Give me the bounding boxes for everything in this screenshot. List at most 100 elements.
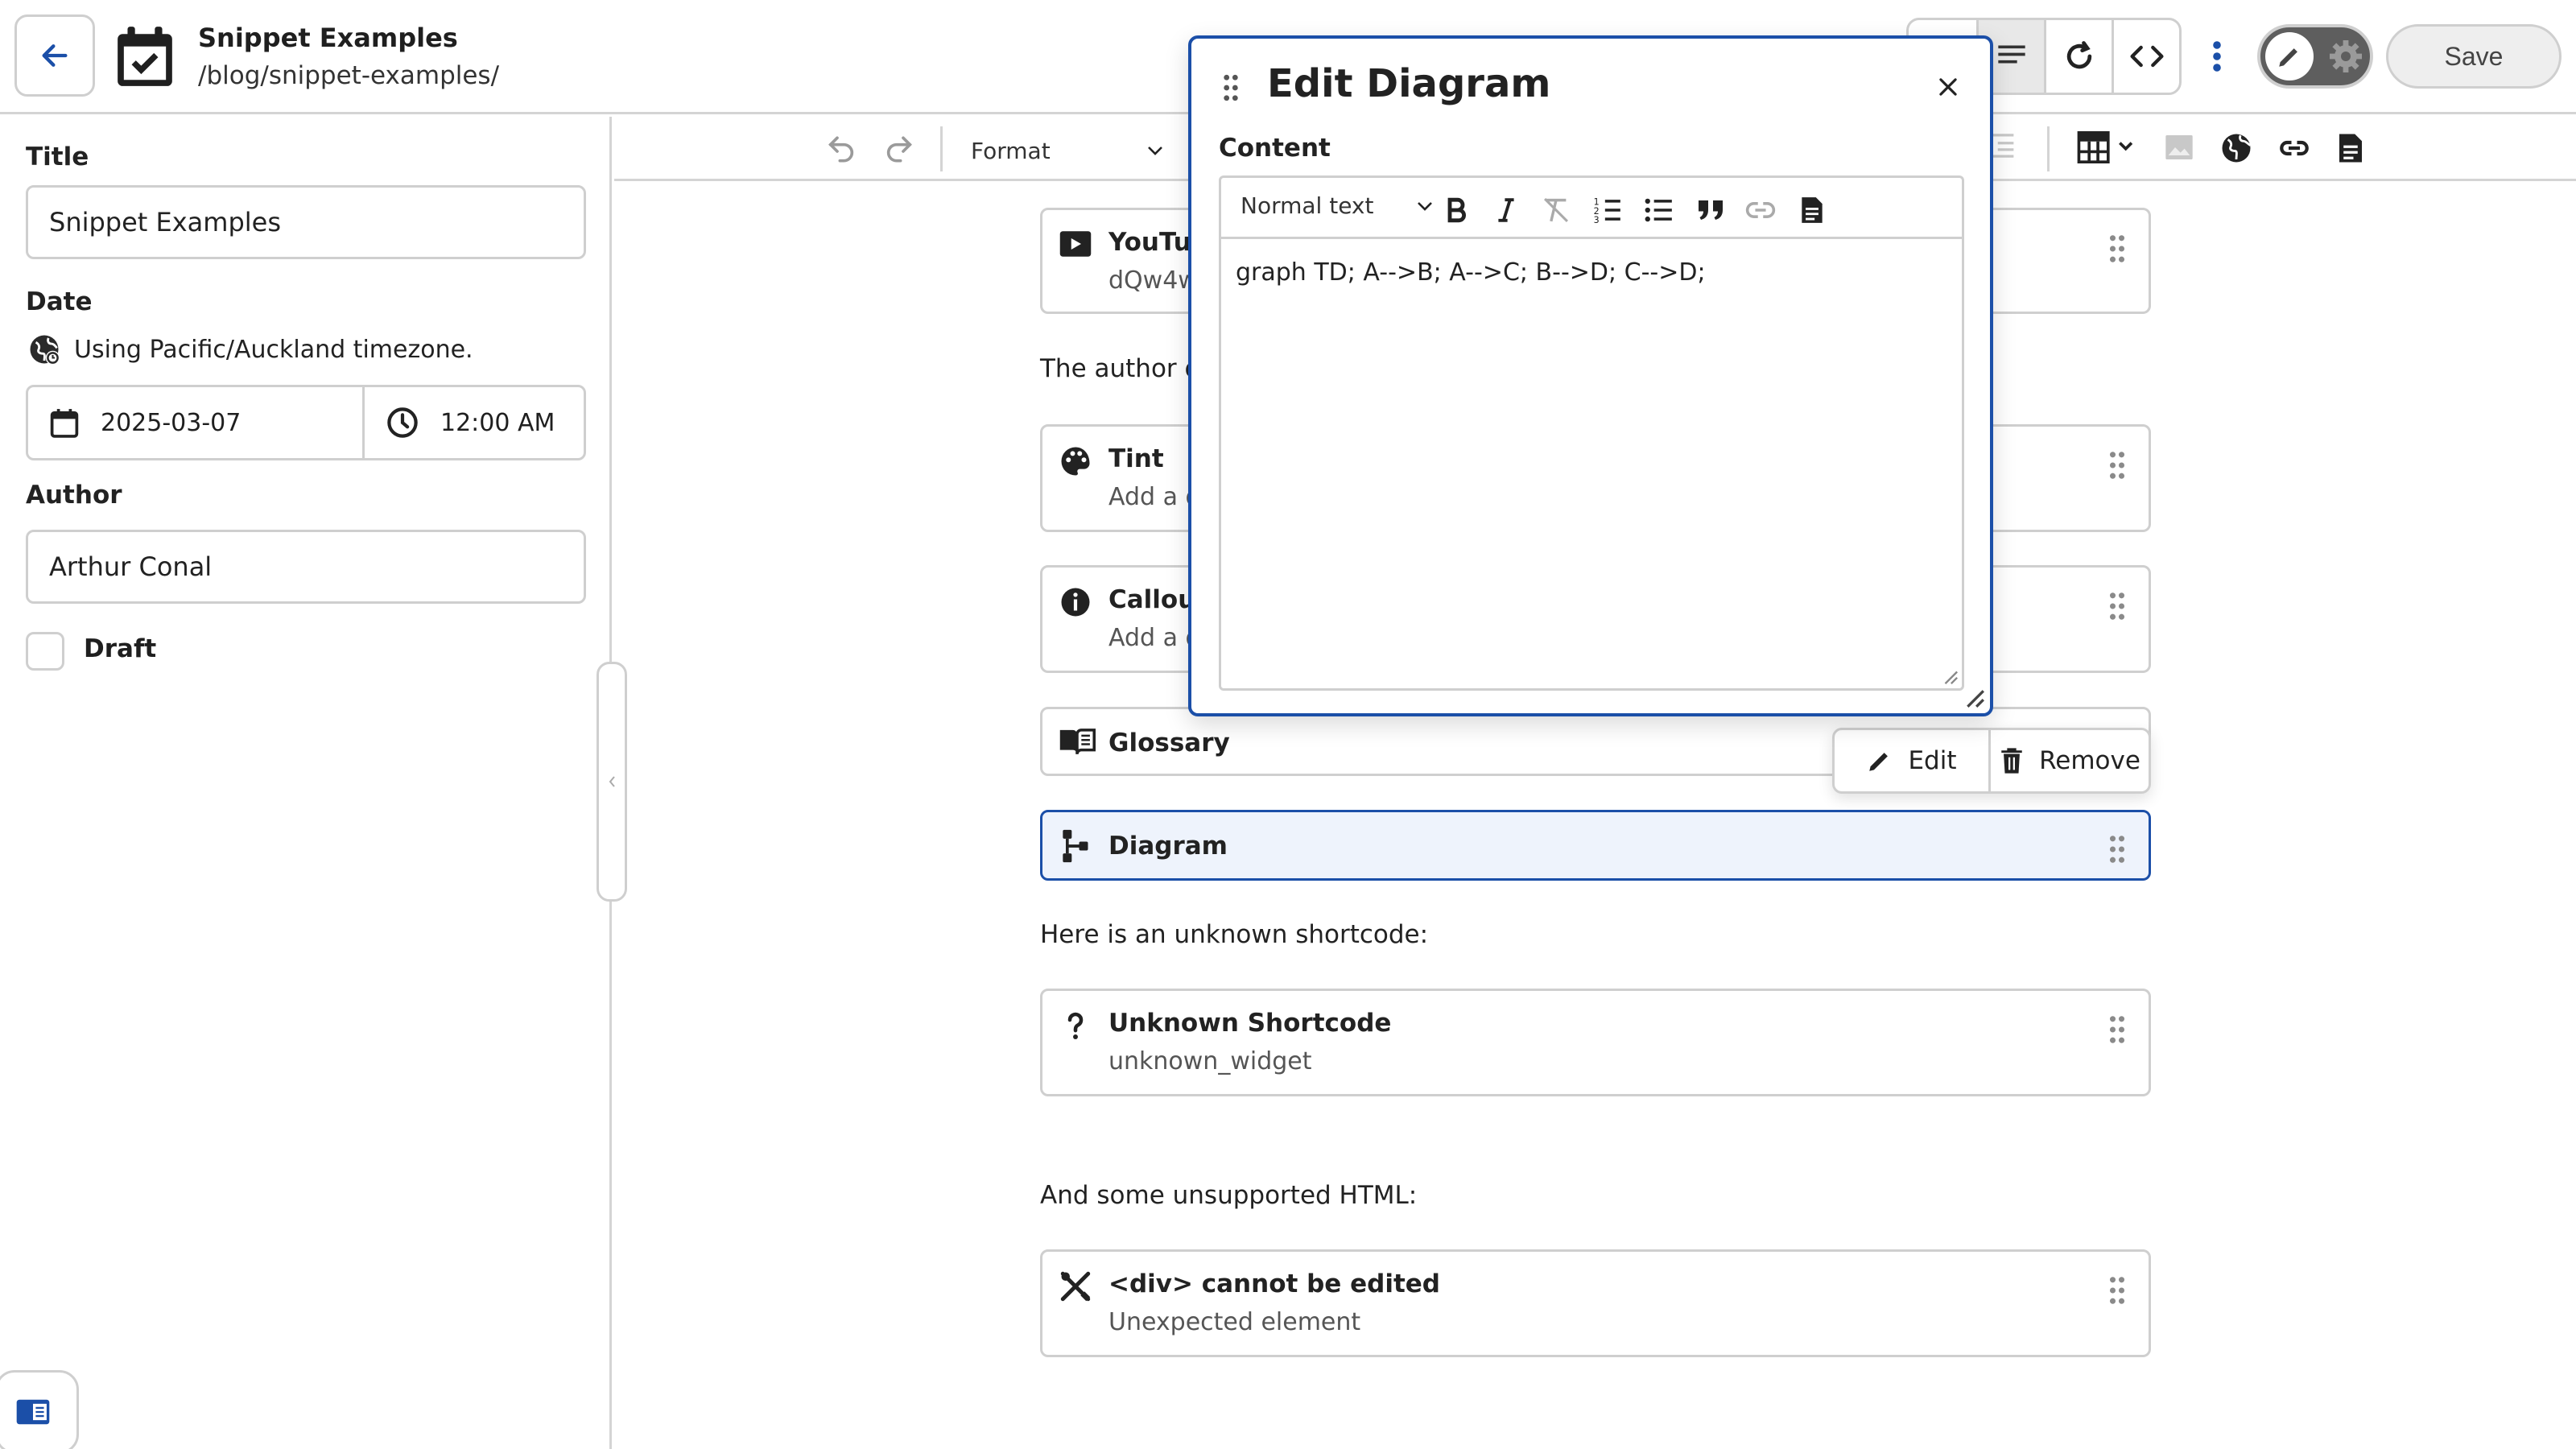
- calendar-icon: [49, 407, 80, 439]
- resize-grip-icon[interactable]: [1941, 667, 1959, 685]
- document-icon: [1798, 195, 1826, 225]
- time-value: 12:00 AM: [440, 408, 555, 437]
- pencil-icon: [2276, 43, 2303, 70]
- paragraph-unknown[interactable]: Here is an unknown shortcode:: [1040, 920, 1428, 949]
- document-icon[interactable]: [2335, 131, 2366, 165]
- quote-button[interactable]: [1693, 192, 1728, 228]
- question-icon: [1059, 1009, 1092, 1042]
- remove-button[interactable]: Remove: [1991, 730, 2149, 791]
- date-time-field: 2025-03-07 12:00 AM: [26, 385, 586, 460]
- drag-handle-icon[interactable]: [2108, 592, 2126, 621]
- paragraph-html[interactable]: And some unsupported HTML:: [1040, 1181, 1417, 1210]
- globe-icon[interactable]: [2219, 131, 2253, 165]
- timezone-note: Using Pacific/Auckland timezone.: [27, 332, 473, 366]
- trash-icon: [1999, 747, 2025, 774]
- globe-icon: [27, 332, 61, 366]
- numbered-list-button[interactable]: 123: [1590, 192, 1625, 228]
- text-style-select[interactable]: Normal text: [1241, 192, 1434, 219]
- toolbar-separator: [940, 126, 943, 171]
- italic-button[interactable]: [1488, 192, 1524, 228]
- page-path: /blog/snippet-examples/: [198, 61, 500, 90]
- dialog-title: Edit Diagram: [1267, 61, 1551, 106]
- palette-icon: [1059, 444, 1092, 478]
- content-textarea[interactable]: graph TD; A-->B; A-->C; B-->D; C-->D;: [1236, 258, 1706, 287]
- draft-label: Draft: [84, 634, 157, 663]
- close-icon: [1938, 76, 1959, 97]
- source-code-button[interactable]: [2112, 20, 2179, 93]
- refresh-button[interactable]: [2044, 20, 2112, 93]
- toolbar-separator: [2047, 126, 2050, 171]
- block-title: Tint: [1108, 444, 1164, 473]
- edit-diagram-dialog: Edit Diagram Content Normal text 1 2 3 g…: [1188, 35, 1993, 716]
- image-icon[interactable]: [2163, 131, 2195, 163]
- toggle-knob: [2265, 32, 2314, 80]
- bullet-list-icon: [1644, 196, 1674, 225]
- drag-handle-icon[interactable]: [2108, 835, 2126, 864]
- remove-label: Remove: [2039, 746, 2140, 775]
- numbered-list-icon: 123: [1592, 195, 1623, 225]
- diagram-icon: [1059, 828, 1091, 864]
- page-title: Snippet Examples: [198, 23, 458, 53]
- drag-handle-icon[interactable]: [2108, 234, 2126, 263]
- chevron-down-icon: [1146, 145, 1164, 156]
- save-button[interactable]: Save: [2386, 24, 2562, 89]
- timezone-text: Using Pacific/Auckland timezone.: [74, 335, 473, 364]
- code-icon: [2129, 39, 2165, 74]
- document-button[interactable]: [1794, 192, 1830, 228]
- block-title: Diagram: [1108, 832, 1228, 861]
- table-icon[interactable]: [2076, 131, 2137, 163]
- unknown-shortcode-block[interactable]: Unknown Shortcode unknown_widget: [1040, 989, 2151, 1096]
- clear-format-icon: [1541, 196, 1571, 224]
- tools-off-icon: [1059, 1269, 1092, 1303]
- more-vertical-icon: [2212, 40, 2222, 72]
- svg-text:3: 3: [1594, 215, 1600, 225]
- drag-handle-icon[interactable]: [2108, 451, 2126, 480]
- text-lines-icon: [1996, 43, 2028, 70]
- block-title: <div> cannot be edited: [1108, 1269, 1440, 1298]
- bold-icon: [1445, 197, 1468, 223]
- italic-icon: [1495, 197, 1517, 223]
- chevron-down-icon: [1416, 200, 1434, 212]
- title-input[interactable]: Snippet Examples: [26, 185, 586, 259]
- sidebar-resize-handle[interactable]: [597, 662, 627, 902]
- drag-handle-icon[interactable]: [2108, 1015, 2126, 1044]
- undo-icon[interactable]: [825, 131, 857, 163]
- date-input[interactable]: 2025-03-07: [28, 387, 365, 458]
- link-button[interactable]: [1743, 192, 1778, 228]
- block-title: Unknown Shortcode: [1108, 1009, 1392, 1038]
- time-input[interactable]: 12:00 AM: [365, 387, 555, 458]
- edit-settings-toggle[interactable]: [2257, 24, 2373, 89]
- date-value: 2025-03-07: [101, 408, 242, 437]
- redo-icon[interactable]: [883, 131, 915, 163]
- bullet-list-button[interactable]: [1641, 192, 1677, 228]
- drag-handle-icon[interactable]: [1222, 74, 1240, 101]
- draft-checkbox[interactable]: [26, 632, 64, 671]
- gear-icon: [2326, 37, 2365, 76]
- unsupported-html-block[interactable]: <div> cannot be edited Unexpected elemen…: [1040, 1249, 2151, 1357]
- refresh-icon: [2062, 39, 2097, 74]
- bold-button[interactable]: [1439, 192, 1474, 228]
- chevron-left-icon: [607, 774, 617, 790]
- author-label: Author: [26, 481, 122, 510]
- edit-button[interactable]: Edit: [1835, 730, 1991, 791]
- format-select[interactable]: Format: [971, 133, 1164, 168]
- info-icon: [1059, 585, 1092, 619]
- author-input[interactable]: Arthur Conal: [26, 530, 586, 604]
- content-label: Content: [1219, 134, 1331, 163]
- youtube-icon: [1059, 229, 1092, 258]
- arrow-left-icon: [39, 39, 71, 72]
- diagram-block[interactable]: Diagram: [1040, 810, 2151, 881]
- clock-icon: [386, 406, 419, 440]
- drag-handle-icon[interactable]: [2108, 1276, 2126, 1305]
- pencil-icon: [1866, 747, 1893, 774]
- block-title: Glossary: [1108, 729, 1230, 758]
- more-options-button[interactable]: [2201, 32, 2233, 80]
- clear-format-button[interactable]: [1538, 192, 1574, 228]
- format-label: Format: [971, 137, 1051, 164]
- book-icon: [1059, 727, 1096, 756]
- back-button[interactable]: [14, 14, 95, 97]
- toggle-panel-button[interactable]: [0, 1370, 79, 1449]
- dialog-resize-icon[interactable]: [1964, 687, 1985, 708]
- link-icon[interactable]: [2277, 131, 2311, 165]
- close-button[interactable]: [1932, 71, 1964, 103]
